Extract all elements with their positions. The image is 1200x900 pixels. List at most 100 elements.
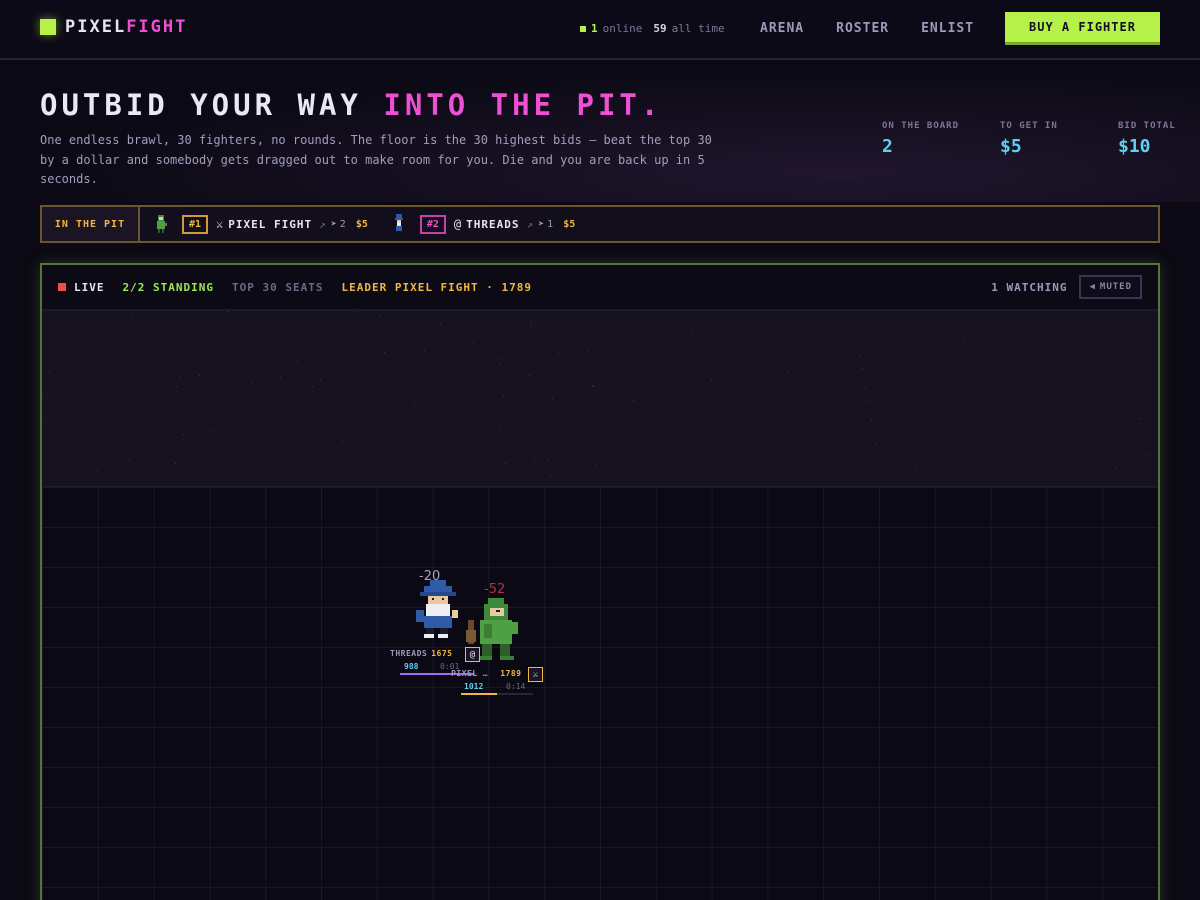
star-speck <box>846 365 847 366</box>
star-speck <box>1023 391 1024 392</box>
fighter-name: THREADS <box>466 217 520 231</box>
star-speck <box>899 370 900 371</box>
star-speck <box>499 364 500 365</box>
star-speck <box>1026 472 1027 473</box>
star-speck <box>649 367 650 368</box>
star-speck <box>866 400 867 401</box>
star-speck <box>963 341 964 342</box>
pit-label: IN THE PIT <box>42 207 140 241</box>
arena-sky-backdrop <box>42 311 1158 487</box>
star-speck <box>552 398 553 399</box>
star-speck <box>882 322 883 323</box>
star-speck <box>907 428 908 429</box>
stat-on-board: ON THE BOARD 2 <box>882 121 1000 157</box>
nav-roster[interactable]: ROSTER <box>836 21 889 36</box>
star-speck <box>384 352 385 353</box>
pit-entry[interactable]: #1 ⚔ PIXEL FIGHT ↗ ➤ 2 $5 <box>154 214 378 234</box>
star-speck <box>845 411 846 412</box>
star-speck <box>314 331 315 332</box>
stat-to-get-in: TO GET IN $5 <box>1000 121 1118 157</box>
online-label: online <box>602 22 643 35</box>
nav-arena[interactable]: ARENA <box>760 21 804 36</box>
rank-badge: #2 <box>419 214 446 234</box>
star-speck <box>775 394 776 395</box>
logo[interactable]: PIXELFIGHT <box>40 17 187 37</box>
crossed-swords-icon: ⚔ <box>528 667 543 682</box>
star-speck <box>592 385 593 386</box>
mute-toggle-button[interactable]: ◀ MUTED <box>1079 275 1142 299</box>
star-speck <box>1109 414 1110 415</box>
fighter-hp: 1012 <box>464 682 484 691</box>
external-link-icon: ↗ <box>319 217 326 231</box>
star-speck <box>167 366 168 367</box>
star-speck <box>531 326 532 327</box>
star-speck <box>711 379 712 380</box>
star-speck <box>312 386 313 387</box>
star-speck <box>1000 386 1001 387</box>
star-speck <box>503 395 504 396</box>
star-speck <box>498 359 499 360</box>
star-speck <box>555 337 556 338</box>
star-speck <box>163 392 164 393</box>
star-dots <box>42 311 1147 478</box>
star-speck <box>664 393 665 394</box>
star-speck <box>865 388 866 389</box>
star-speck <box>819 441 820 442</box>
fighter-score: 1675 <box>431 649 453 658</box>
alltime-count: 59 <box>653 22 667 35</box>
star-speck <box>302 425 303 426</box>
arena-panel: LIVE 2/2 STANDING TOP 30 SEATS LEADER PI… <box>40 263 1160 900</box>
cursor-icon: ➤ <box>538 218 545 230</box>
star-speck <box>793 339 794 340</box>
pit-entry[interactable]: #2 @ THREADS ↗ ➤ 1 $5 <box>392 214 585 234</box>
star-speck <box>1140 418 1141 419</box>
star-speck <box>473 342 474 343</box>
star-speck <box>227 311 228 312</box>
watching-count: 1 WATCHING <box>991 280 1068 294</box>
arena-floor[interactable] <box>42 487 1158 900</box>
stat-label: BID TOTAL <box>1118 121 1176 131</box>
star-speck <box>657 421 658 422</box>
star-speck <box>342 441 343 442</box>
star-speck <box>199 375 200 376</box>
star-speck <box>60 444 61 445</box>
star-speck <box>691 333 692 334</box>
star-speck <box>1036 355 1037 356</box>
fighter-nameplate: PIXEL … 1789 <box>451 669 521 678</box>
arena-header: LIVE 2/2 STANDING TOP 30 SEATS LEADER PI… <box>42 265 1158 311</box>
hero-title-part1: OUTBID YOUR WAY <box>40 88 362 122</box>
star-speck <box>499 426 500 427</box>
star-speck <box>424 350 425 351</box>
buy-fighter-button[interactable]: BUY A FIGHTER <box>1005 12 1160 45</box>
star-speck <box>297 361 298 362</box>
star-speck <box>183 434 184 435</box>
green-knight-fighter-sprite[interactable] <box>462 598 524 664</box>
online-count: 1 <box>591 22 598 35</box>
star-speck <box>1102 366 1103 367</box>
wizard-fighter-sprite[interactable] <box>414 580 462 640</box>
star-speck <box>542 385 543 386</box>
star-speck <box>875 444 876 445</box>
star-speck <box>213 431 214 432</box>
star-speck <box>42 393 43 394</box>
star-speck <box>46 416 47 417</box>
star-speck <box>218 467 219 468</box>
star-speck <box>105 354 106 355</box>
star-speck <box>379 316 380 317</box>
star-speck <box>1095 412 1096 413</box>
star-speck <box>529 375 530 376</box>
star-speck <box>133 322 134 323</box>
star-speck <box>426 477 427 478</box>
logo-text-part2: FIGHT <box>126 17 188 37</box>
star-speck <box>175 463 176 464</box>
nav-enlist[interactable]: ENLIST <box>921 21 974 36</box>
star-speck <box>505 463 506 464</box>
crossed-swords-icon: ⚔ <box>216 217 224 231</box>
star-speck <box>179 377 180 378</box>
star-speck <box>1116 468 1117 469</box>
hero-title: OUTBID YOUR WAY INTO THE PIT. <box>40 88 662 122</box>
standing-count: 2/2 STANDING <box>122 280 214 294</box>
star-speck <box>837 419 838 420</box>
star-speck <box>357 311 358 312</box>
star-speck <box>251 382 252 383</box>
